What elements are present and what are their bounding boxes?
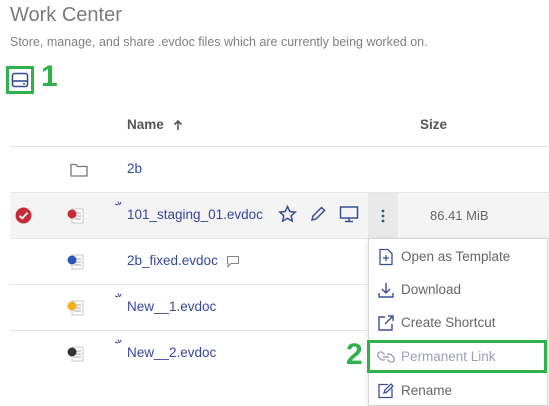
more-options-button[interactable] [368,193,398,239]
menu-item-permanent-link[interactable]: Permanent Link [367,340,547,373]
link-icon [377,350,395,363]
page-title: Work Center [10,4,122,26]
file-context-menu: Open as Template Download Create Shortcu… [367,238,548,406]
evdoc-file-icon [67,346,84,362]
star-icon[interactable] [278,205,297,223]
menu-item-label: Open as Template [401,249,511,264]
sort-ascending-icon [173,119,182,130]
shortcut-icon [378,314,394,331]
table-row[interactable]: 101_staging_01.evdoc 86.41 MiB [10,192,549,239]
file-link[interactable]: New__1.evdoc [127,299,216,314]
file-link[interactable]: New__2.evdoc [127,345,216,360]
evdoc-file-icon [67,254,84,270]
step-marker-1: 1 [41,60,58,93]
recent-change-icon [114,201,122,206]
edit-icon[interactable] [309,205,327,223]
comment-icon [226,255,239,268]
step-marker-2: 2 [346,338,363,371]
present-icon[interactable] [339,205,359,223]
file-link[interactable]: 101_staging_01.evdoc [127,207,263,222]
view-toggle-button[interactable] [6,66,34,94]
column-header-size[interactable]: Size [420,117,447,132]
menu-item-open-as-template[interactable]: Open as Template [369,240,547,273]
menu-item-label: Download [401,282,462,297]
menu-item-rename[interactable]: Rename [369,374,547,406]
template-icon [379,248,393,265]
column-header-name[interactable]: Name [127,117,184,132]
column-name-label: Name [127,117,164,132]
menu-item-label: Permanent Link [401,349,496,364]
menu-item-create-shortcut[interactable]: Create Shortcut [369,306,547,339]
rename-icon [378,382,394,398]
page-subtitle: Store, manage, and share .evdoc files wh… [10,35,428,49]
recent-change-icon [114,339,122,344]
table-row[interactable]: 2b [10,146,549,192]
panel-view-icon [11,72,29,88]
folder-link[interactable]: 2b [127,161,142,176]
recent-change-icon [114,293,122,298]
folder-icon [70,163,88,177]
evdoc-file-icon [67,208,84,224]
file-name: 2b_fixed.evdoc [127,253,218,268]
download-icon [378,282,394,298]
file-size: 86.41 MiB [430,208,489,223]
menu-item-label: Rename [401,383,453,398]
more-vertical-icon [381,209,385,223]
checked-icon[interactable] [15,207,32,224]
evdoc-file-icon [67,300,84,316]
menu-item-label: Create Shortcut [401,315,496,330]
menu-item-download[interactable]: Download [369,273,547,306]
file-link[interactable]: 2b_fixed.evdoc [127,253,240,268]
